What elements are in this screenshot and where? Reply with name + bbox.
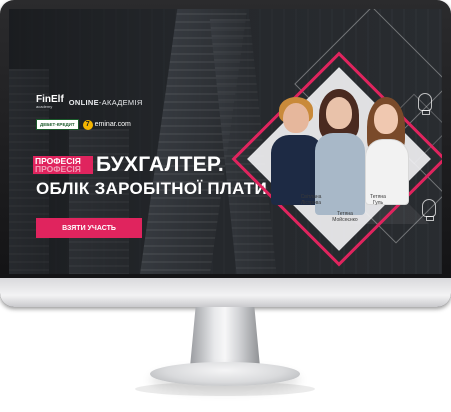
speaker-name-3: Тетяна Гуль <box>370 194 386 206</box>
speaker-name-1: Світлана Лістрова <box>300 194 322 206</box>
debet-kredit-logo[interactable]: ДЕБЕТ-КРЕДИТ <box>36 119 79 130</box>
join-button[interactable]: ВЗЯТИ УЧАСТЬ <box>36 218 142 238</box>
monitor-stand-neck <box>190 307 260 367</box>
screen: FinElf academy ONLINE-АКАДЕМІЯ ДЕБЕТ-КРЕ… <box>9 9 442 274</box>
hero-title-line1: БУХГАЛТЕР. <box>96 153 224 176</box>
profession-tag: ПРОФЕСІЯ ПРОФЕСІЯ <box>33 156 93 174</box>
monitor-bezel: FinElf academy ONLINE-АКАДЕМІЯ ДЕБЕТ-КРЕ… <box>0 0 451 307</box>
partner-logos: ДЕБЕТ-КРЕДИТ 7 eminar.com <box>36 119 131 130</box>
lightbulb-icon <box>422 199 436 221</box>
monitor-chin <box>0 278 451 307</box>
seminar-label: eminar.com <box>94 121 131 128</box>
speaker-name-2: Тетяна Мойсеєнко <box>332 211 358 223</box>
background-building <box>69 129 129 274</box>
seminar-seven-icon: 7 <box>82 119 93 130</box>
hero-title-line2: ОБЛІК ЗАРОБІТНОЇ ПЛАТИ <box>36 179 268 198</box>
lightbulb-icon <box>418 93 432 115</box>
academy-logo[interactable]: FinElf academy ONLINE-АКАДЕМІЯ <box>36 95 143 110</box>
profession-tag-echo: ПРОФЕСІЯ <box>35 164 81 174</box>
seminar-logo[interactable]: 7 eminar.com <box>82 119 131 130</box>
academy-label-bold: ONLINE <box>68 97 99 107</box>
academy-label-rest: -АКАДЕМІЯ <box>98 97 143 107</box>
finelf-logo: FinElf academy <box>36 95 64 110</box>
monitor-stand-base <box>150 362 300 386</box>
academy-label: ONLINE-АКАДЕМІЯ <box>69 98 143 107</box>
